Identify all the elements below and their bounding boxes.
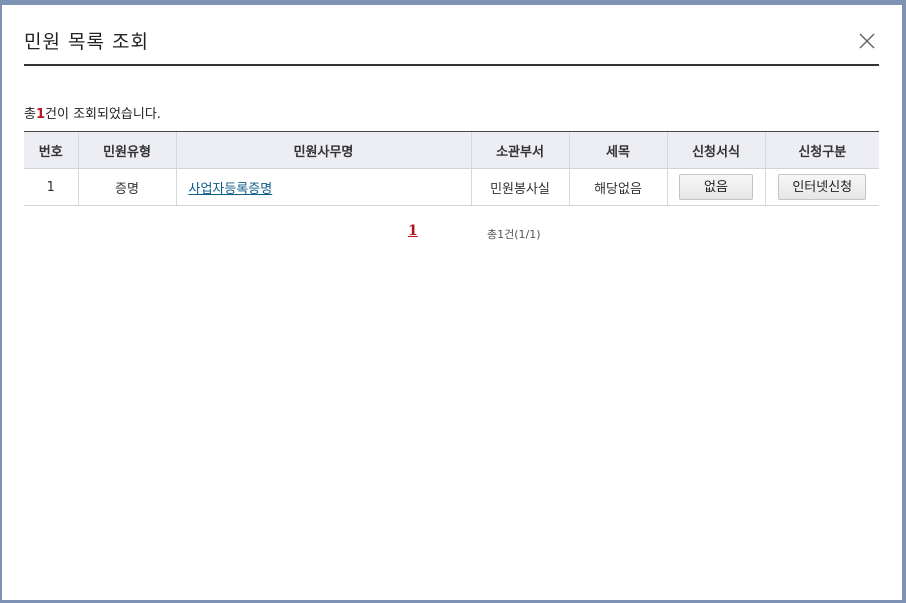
table-header-row: 번호 민원유형 민원사무명 소관부서 세목 신청서식 신청구분 <box>24 131 879 169</box>
column-header-no: 번호 <box>24 131 78 169</box>
cell-apply-type: 인터넷신청 <box>764 168 879 206</box>
cell-no: 1 <box>24 168 78 206</box>
pagination-info: 총1건(1/1) <box>487 228 541 241</box>
page-link-1[interactable]: 1 <box>408 223 418 239</box>
summary-suffix: 건이 조회되었습니다. <box>45 107 161 122</box>
column-header-dept: 소관부서 <box>470 131 569 169</box>
column-header-type: 민원유형 <box>77 131 176 169</box>
cell-tax-item: 해당없음 <box>568 168 667 206</box>
cell-form: 없음 <box>666 168 765 206</box>
column-header-apply-type: 신청구분 <box>764 131 879 169</box>
column-header-form: 신청서식 <box>666 131 765 169</box>
internet-apply-button[interactable]: 인터넷신청 <box>778 174 867 200</box>
form-none-button[interactable]: 없음 <box>679 174 753 200</box>
cell-dept: 민원봉사실 <box>470 168 569 206</box>
result-summary: 총1건이 조회되었습니다. <box>24 103 161 122</box>
civil-affair-list-dialog: 민원 목록 조회 총1건이 조회되었습니다. 번호 민원유형 민원사무명 소관부… <box>2 5 902 600</box>
dialog-title: 민원 목록 조회 <box>24 31 149 53</box>
close-icon[interactable] <box>857 31 877 51</box>
table-row: 1 증명 사업자등록증명 민원봉사실 해당없음 없음 인터넷신청 <box>24 168 879 206</box>
column-header-tax-item: 세목 <box>568 131 667 169</box>
result-count: 1 <box>35 107 46 122</box>
column-header-name: 민원사무명 <box>175 131 471 169</box>
cell-name: 사업자등록증명 <box>175 168 471 206</box>
civil-affair-table: 번호 민원유형 민원사무명 소관부서 세목 신청서식 신청구분 1 증명 사업자… <box>24 131 879 206</box>
dialog-header: 민원 목록 조회 <box>24 5 879 66</box>
summary-prefix: 총 <box>24 107 36 122</box>
affair-name-link[interactable]: 사업자등록증명 <box>189 182 273 197</box>
cell-type: 증명 <box>77 168 176 206</box>
